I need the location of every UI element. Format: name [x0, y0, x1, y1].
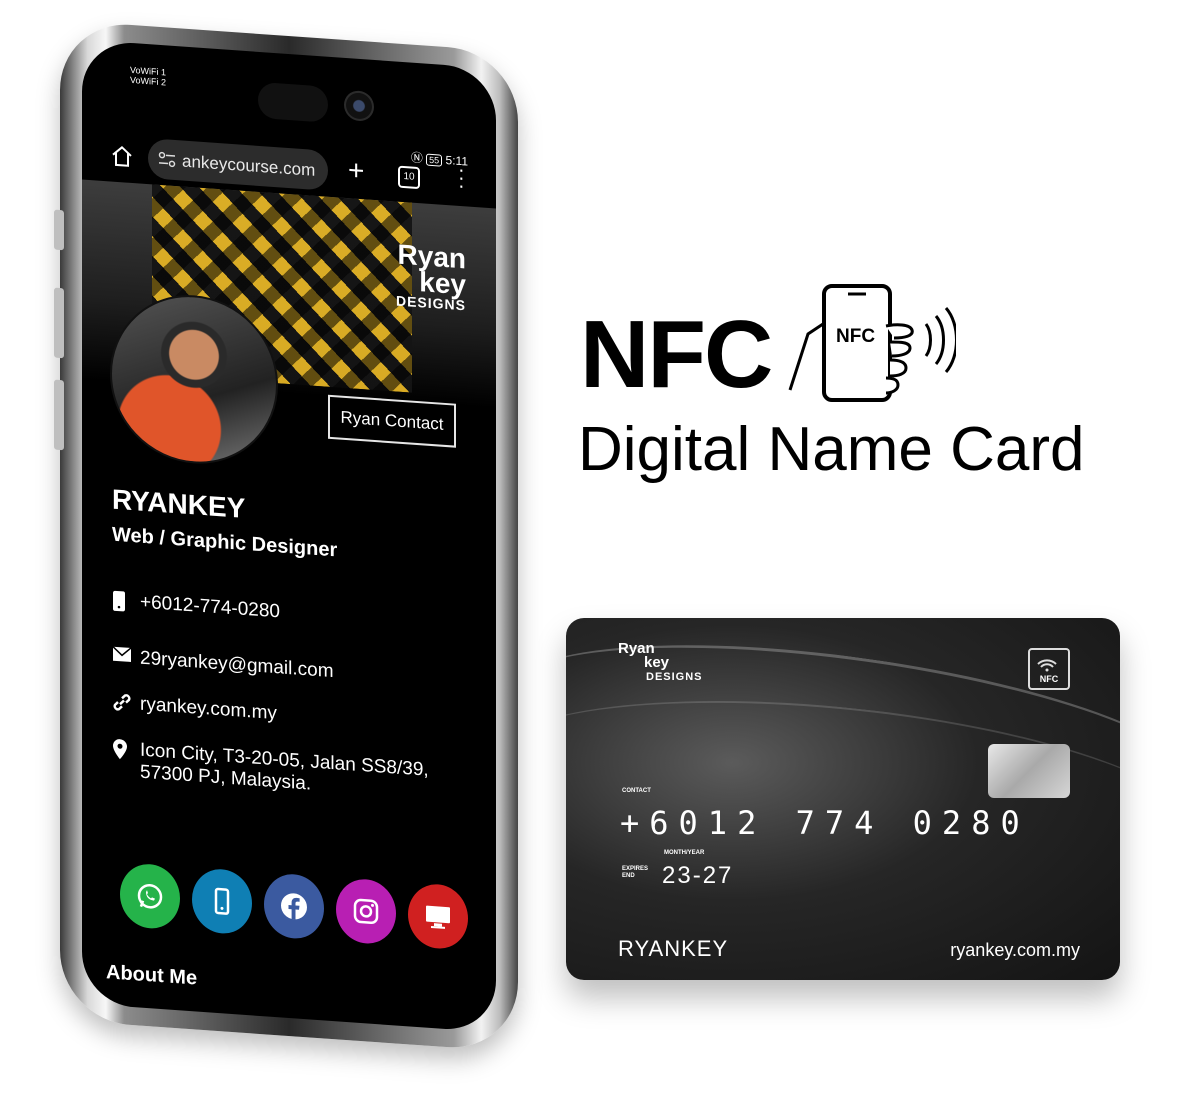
profile-role: Web / Graphic Designer [112, 523, 338, 562]
card-logo-word-3: DESIGNS [646, 671, 703, 683]
link-icon [112, 692, 134, 720]
nfc-headline: NFC [580, 301, 773, 408]
brand-logo: Ryan key DESIGNS [396, 239, 466, 314]
card-holder-name: RYANKEY [618, 936, 729, 961]
phone-text: +6012-774-0280 [140, 591, 280, 623]
website-row[interactable]: ryankey.com.my [112, 692, 277, 730]
phone-mockup: VoWiFi 1 VoWiFi 2 Ⓝ 55 5:11 ankeycourse.… [54, 20, 530, 1098]
address-row[interactable]: Icon City, T3-20-05, Jalan SS8/39, 57300… [112, 738, 429, 804]
expiry-top-label: MONTH/YEAR [664, 850, 705, 856]
card-logo-word-2: key [644, 654, 670, 671]
email-row[interactable]: 29ryankey@gmail.com [112, 646, 334, 683]
subtitle: Digital Name Card [578, 415, 1085, 484]
volume-down-button [54, 379, 64, 451]
instagram-icon [353, 898, 379, 925]
mute-switch [54, 209, 64, 251]
signal-indicators: VoWiFi 1 VoWiFi 2 [130, 65, 166, 88]
camera-lens [344, 89, 374, 122]
facebook-icon [281, 893, 307, 920]
url-text: ankeycourse.com [182, 151, 316, 180]
card-logo: Ryan key DESIGNS [618, 641, 703, 684]
call-button[interactable] [192, 867, 252, 936]
whatsapp-button[interactable] [120, 862, 180, 931]
new-tab-icon[interactable]: + [348, 154, 364, 186]
website-text: ryankey.com.my [140, 693, 277, 725]
facebook-button[interactable] [264, 872, 324, 941]
card-chip [988, 744, 1070, 798]
nfc-hand-label: NFC [836, 326, 875, 347]
save-contact-button[interactable]: Ryan Contact [328, 394, 456, 448]
about-heading: About Me [106, 961, 198, 990]
wifi-icon [1037, 659, 1057, 672]
nfc-badge-label: NFC [1039, 674, 1059, 684]
envelope-icon [112, 646, 134, 670]
location-pin-icon [112, 738, 134, 768]
expiry-value: 23-27 [662, 862, 734, 889]
portfolio-button[interactable] [408, 882, 468, 951]
more-menu-icon[interactable]: · · · [458, 159, 465, 197]
home-icon[interactable] [110, 143, 134, 169]
address-bar[interactable]: ankeycourse.com [148, 138, 328, 191]
nfc-business-card: Ryan key DESIGNS NFC CONTACT +6012 774 0… [566, 618, 1120, 980]
dynamic-island [258, 81, 328, 123]
profile-name: RYANKEY [112, 483, 246, 524]
phone-row[interactable]: +6012-774-0280 [112, 590, 280, 630]
card-number: +6012 774 0280 [620, 804, 1030, 842]
nfc-badge: NFC [1028, 648, 1070, 690]
mobile-icon [112, 590, 134, 620]
whatsapp-icon [137, 884, 163, 909]
tab-switcher-button[interactable]: 10 [398, 165, 420, 190]
instagram-button[interactable] [336, 877, 396, 946]
contact-label: CONTACT [622, 788, 651, 794]
volume-up-button [54, 287, 64, 359]
phone-screen: VoWiFi 1 VoWiFi 2 Ⓝ 55 5:11 ankeycourse.… [82, 39, 496, 1033]
nfc-phone-hand-icon: NFC [788, 284, 956, 402]
site-settings-icon[interactable] [158, 151, 176, 168]
sim2-label: VoWiFi 2 [130, 74, 167, 88]
address-text: Icon City, T3-20-05, Jalan SS8/39, 57300… [140, 740, 429, 804]
phone-icon [214, 887, 230, 915]
email-text: 29ryankey@gmail.com [140, 647, 334, 683]
desktop-icon [426, 905, 450, 929]
card-website: ryankey.com.my [950, 940, 1080, 960]
expiry-left-label: EXPIRES END [622, 866, 649, 879]
